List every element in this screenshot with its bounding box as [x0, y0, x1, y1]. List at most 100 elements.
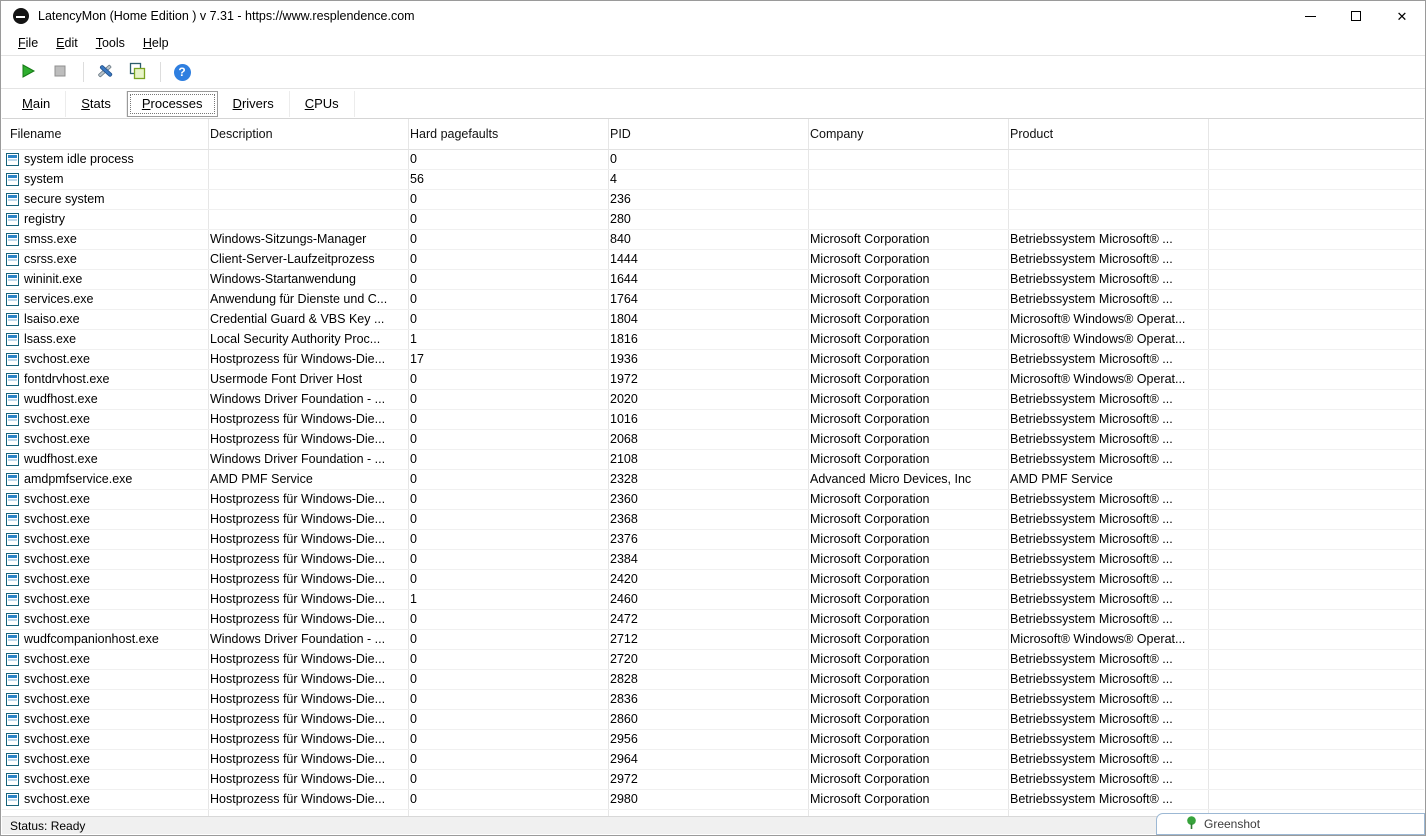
table-row[interactable]: services.exeAnwendung für Dienste und C.… [2, 290, 1424, 310]
table-cell: Credential Guard & VBS Key ... [202, 310, 402, 329]
table-row[interactable]: svchost.exeHostprozess für Windows-Die..… [2, 550, 1424, 570]
table-row[interactable]: wudfhost.exeWindows Driver Foundation - … [2, 450, 1424, 470]
table-cell: wudfhost.exe [2, 390, 202, 409]
column-header-hard-pagefaults[interactable]: Hard pagefaults [402, 127, 602, 141]
table-row[interactable]: smss.exeWindows-Sitzungs-Manager0840Micr… [2, 230, 1424, 250]
table-cell: 0 [402, 390, 602, 409]
column-header-description[interactable]: Description [202, 127, 402, 141]
table-row[interactable]: svchost.exeHostprozess für Windows-Die..… [2, 790, 1424, 810]
column-header-company[interactable]: Company [802, 127, 1002, 141]
table-row[interactable]: svchost.exeHostprozess für Windows-Die..… [2, 350, 1424, 370]
table-cell: Microsoft Corporation [802, 750, 1002, 769]
table-cell: Hostprozess für Windows-Die... [202, 730, 402, 749]
close-button[interactable]: ✕ [1379, 1, 1425, 31]
table-cell: 0 [402, 750, 602, 769]
table-row[interactable]: svchost.exeHostprozess für Windows-Die..… [2, 490, 1424, 510]
copy-icon [128, 62, 146, 83]
table-row[interactable]: svchost.exeHostprozess für Windows-Die..… [2, 730, 1424, 750]
start-monitor-button[interactable] [15, 59, 41, 85]
table-row[interactable]: svchost.exeHostprozess für Windows-Die..… [2, 770, 1424, 790]
table-cell: svchost.exe [2, 570, 202, 589]
process-filename: amdpmfservice.exe [24, 470, 132, 489]
column-header-filename[interactable]: Filename [2, 127, 202, 141]
table-row[interactable]: wudfhost.exeWindows Driver Foundation - … [2, 390, 1424, 410]
table-cell: secure system [2, 190, 202, 209]
process-icon [6, 433, 19, 446]
table-cell: Microsoft Corporation [802, 270, 1002, 289]
process-filename: wudfcompanionhost.exe [24, 630, 159, 649]
table-cell: csrss.exe [2, 250, 202, 269]
menu-help[interactable]: Help [134, 33, 178, 53]
table-cell: 2980 [602, 790, 802, 809]
table-cell: svchost.exe [2, 730, 202, 749]
tab-drivers[interactable]: Drivers [218, 91, 290, 117]
table-cell: svchost.exe [2, 430, 202, 449]
table-row[interactable]: svchost.exeHostprozess für Windows-Die..… [2, 570, 1424, 590]
table-row[interactable]: system idle process00 [2, 150, 1424, 170]
table-cell: Betriebssystem Microsoft® ... [1002, 450, 1202, 469]
table-row[interactable]: lsass.exeLocal Security Authority Proc..… [2, 330, 1424, 350]
table-row[interactable]: amdpmfservice.exeAMD PMF Service02328Adv… [2, 470, 1424, 490]
greenshot-popup[interactable]: Greenshot [1156, 813, 1425, 835]
table-row[interactable]: svchost.exeHostprozess für Windows-Die..… [2, 590, 1424, 610]
table-row[interactable]: wudfcompanionhost.exeWindows Driver Foun… [2, 630, 1424, 650]
table-cell: 1816 [602, 330, 802, 349]
process-filename: svchost.exe [24, 770, 90, 789]
table-cell: Microsoft Corporation [802, 590, 1002, 609]
table-row[interactable]: svchost.exeHostprozess für Windows-Die..… [2, 690, 1424, 710]
table-row[interactable]: csrss.exeClient-Server-Laufzeitprozess01… [2, 250, 1424, 270]
column-header-pid[interactable]: PID [602, 127, 802, 141]
table-cell: 2384 [602, 550, 802, 569]
table-row[interactable]: svchost.exeHostprozess für Windows-Die..… [2, 610, 1424, 630]
table-row[interactable]: svchost.exeHostprozess für Windows-Die..… [2, 510, 1424, 530]
table-row[interactable]: secure system0236 [2, 190, 1424, 210]
table-row[interactable]: registry0280 [2, 210, 1424, 230]
table-cell: Hostprozess für Windows-Die... [202, 710, 402, 729]
table-cell: Microsoft Corporation [802, 530, 1002, 549]
table-row[interactable]: svchost.exeHostprozess für Windows-Die..… [2, 710, 1424, 730]
table-row[interactable]: fontdrvhost.exeUsermode Font Driver Host… [2, 370, 1424, 390]
tab-processes[interactable]: Processes [127, 91, 218, 117]
table-row[interactable]: lsaiso.exe Credential Guard & VBS Key ...… [2, 310, 1424, 330]
tab-cpus[interactable]: CPUs [290, 91, 355, 117]
tools-button[interactable] [92, 59, 118, 85]
maximize-button[interactable] [1333, 1, 1379, 31]
menu-tools[interactable]: Tools [87, 33, 134, 53]
minimize-button[interactable] [1287, 1, 1333, 31]
help-button[interactable]: ? [169, 59, 195, 85]
table-row[interactable]: svchost.exeHostprozess für Windows-Die..… [2, 650, 1424, 670]
table-cell: AMD PMF Service [202, 470, 402, 489]
table-row[interactable]: wininit.exeWindows-Startanwendung01644Mi… [2, 270, 1424, 290]
table-cell: 17 [402, 350, 602, 369]
toolbar-separator [83, 62, 84, 82]
tab-stats[interactable]: Stats [66, 91, 127, 117]
table-row[interactable]: svchost.exeHostprozess für Windows-Die..… [2, 670, 1424, 690]
table-row[interactable]: system564 [2, 170, 1424, 190]
table-cell: Microsoft Corporation [802, 290, 1002, 309]
table-cell: 0 [402, 450, 602, 469]
table-cell: 1016 [602, 410, 802, 429]
table-cell: 0 [402, 410, 602, 429]
table-row[interactable]: svchost.exeHostprozess für Windows-Die..… [2, 750, 1424, 770]
table-cell: svchost.exe [2, 710, 202, 729]
table-cell: Betriebssystem Microsoft® ... [1002, 510, 1202, 529]
table-cell: Microsoft® Windows® Operat... [1002, 310, 1202, 329]
tab-main[interactable]: Main [7, 91, 66, 117]
table-cell: Microsoft Corporation [802, 650, 1002, 669]
table-cell: 2860 [602, 710, 802, 729]
copy-report-button[interactable] [124, 59, 150, 85]
menu-edit[interactable]: Edit [47, 33, 87, 53]
column-header-product[interactable]: Product [1002, 127, 1202, 141]
stop-monitor-button[interactable] [47, 59, 73, 85]
process-filename: lsaiso.exe [24, 310, 80, 329]
table-cell: 1644 [602, 270, 802, 289]
table-cell: lsaiso.exe [2, 310, 202, 329]
process-filename: svchost.exe [24, 430, 90, 449]
menu-file[interactable]: File [9, 33, 47, 53]
table-cell: system [2, 170, 202, 189]
table-row[interactable]: svchost.exeHostprozess für Windows-Die..… [2, 530, 1424, 550]
table-row[interactable]: svchost.exeHostprozess für Windows-Die..… [2, 410, 1424, 430]
process-filename: wudfhost.exe [24, 450, 98, 469]
table-row[interactable]: svchost.exeHostprozess für Windows-Die..… [2, 430, 1424, 450]
table-cell: 2964 [602, 750, 802, 769]
